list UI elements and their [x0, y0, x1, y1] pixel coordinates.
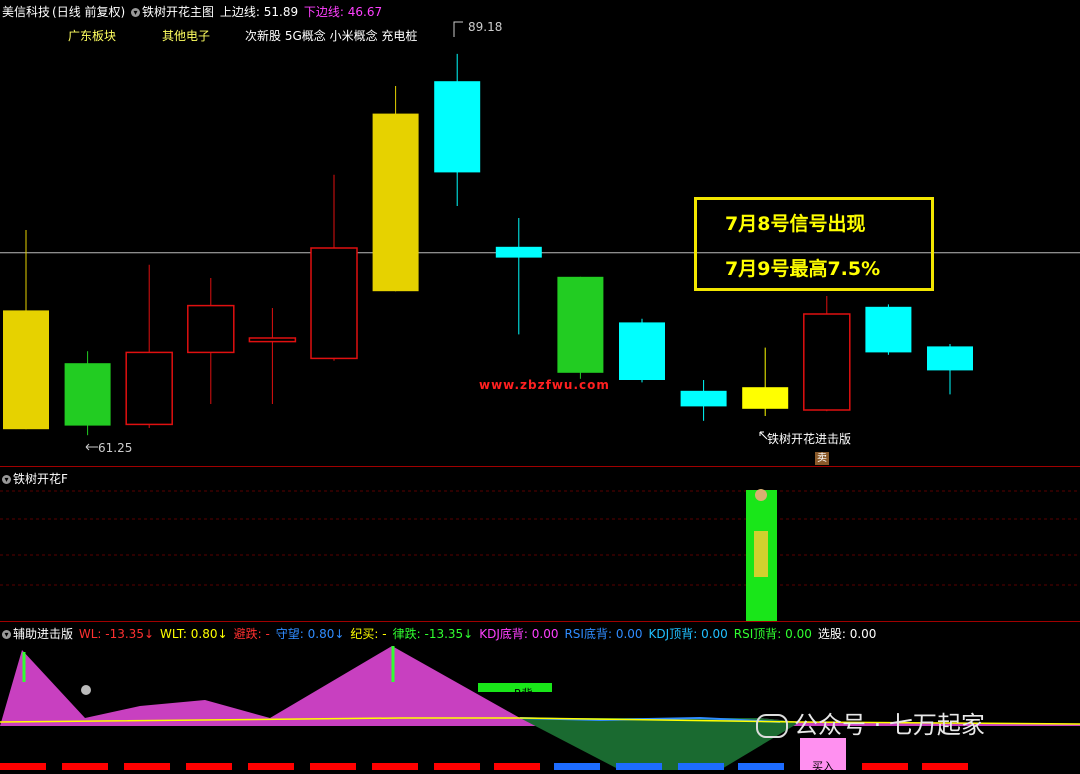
main-header: 美信科技 (日线 前复权) ▾ 铁树开花主图 上边线: 51.89 下边线: 46.… [2, 3, 384, 20]
candle-body [865, 306, 912, 353]
stock-name: 美信科技 [2, 5, 51, 19]
candle-body [372, 113, 419, 292]
aux-item-value: -13.35 [424, 627, 464, 641]
aux-item-value: -13.35 [105, 627, 144, 641]
aux-item-value: 0.00 [531, 627, 559, 641]
aux-item-value: 0.00 [849, 627, 877, 641]
tag-sector[interactable]: 广东板块 [68, 27, 116, 44]
aux-item-label: KDJ顶背: [648, 627, 702, 641]
mid-indicator-name: 铁树开花F [13, 472, 68, 486]
candle [434, 53, 481, 206]
wechat-watermark: 公众号 · 七万起家 [756, 705, 985, 740]
aux-item-label: 守望: [275, 627, 308, 641]
aux-item-value: 0.80 [190, 627, 218, 641]
indicator-name: 铁树开花主图 [142, 5, 215, 19]
candle [803, 296, 851, 412]
candle-body [742, 387, 789, 409]
aux-item-label: KDJ底背: [479, 627, 532, 641]
signal-pane[interactable]: ▾ 铁树开花F [0, 467, 1080, 621]
site-watermark: www.zbzfwu.com [479, 378, 610, 392]
mid-header: ▾ 铁树开花F [2, 470, 70, 487]
lower-line-label: 下边线: [303, 5, 348, 19]
callout-line-1: 7月8号信号出现 [725, 213, 866, 235]
aux-item-value: - [382, 627, 387, 641]
signal-stack-icon [754, 531, 768, 577]
upper-line-label: 上边线: [219, 5, 264, 19]
candle-body [557, 276, 604, 373]
wechat-account-name: 公众号 · 七万起家 [794, 711, 985, 739]
mid-toggle-icon[interactable]: ▾ [2, 475, 11, 484]
aux-item-arrow-icon: ↓ [463, 627, 474, 641]
candle [927, 344, 973, 395]
candle-body [927, 346, 973, 371]
aux-item-label: 选股: [817, 627, 850, 641]
candle-body [187, 304, 235, 354]
candle-body [619, 322, 665, 380]
candle [125, 264, 173, 428]
aux-item-arrow-icon: ↓ [334, 627, 345, 641]
candle-body [125, 351, 173, 426]
high-price-label: 89.18 [468, 20, 503, 34]
tag-industry[interactable]: 其他电子 [162, 27, 210, 44]
aux-item-label: 避跌: [233, 627, 266, 641]
aux-item-value: 0.00 [701, 627, 728, 641]
auxiliary-header: ▾ 辅助进击版 WL: -13.35↓ WLT: 0.80↓ 避跌: - 守望: 0.8… [2, 625, 882, 642]
candle [680, 380, 727, 421]
callout-line-2: 7月9号最高7.5% [725, 258, 881, 280]
candle [310, 174, 358, 361]
candle-body [3, 310, 49, 430]
tag-concepts[interactable]: 次新股 5G概念 小米概念 充电桩 [245, 27, 417, 44]
aux-item-value: - [265, 627, 270, 641]
signal-grid [0, 489, 1080, 621]
auxiliary-chart [0, 646, 1080, 770]
period-label: (日线 前复权) [52, 5, 126, 19]
main-chart-pane[interactable]: 美信科技 (日线 前复权) ▾ 铁树开花主图 上边线: 51.89 下边线: 46.… [0, 0, 1080, 466]
aux-item-value: 0.80 [307, 627, 335, 641]
wechat-icon [756, 714, 788, 738]
candle-body [310, 247, 358, 360]
candle-body [495, 246, 542, 258]
aux-toggle-icon[interactable]: ▾ [2, 630, 11, 639]
aux-item-label: WLT: [160, 627, 191, 641]
upper-line-value: 51.89 [263, 5, 299, 19]
indicator-toggle-icon[interactable]: ▾ [131, 8, 141, 17]
money-bag-icon [755, 489, 767, 501]
candle [619, 318, 665, 383]
candle-body [64, 363, 111, 426]
signal-annotation: 铁树开花进击版 [767, 432, 852, 446]
aux-item-label: RSI底背: [564, 627, 616, 641]
candle [187, 278, 235, 404]
candle-body [803, 313, 851, 411]
aux-indicator-name: 辅助进击版 [13, 627, 74, 641]
aux-item-label: RSI顶背: [733, 627, 786, 641]
candle [557, 276, 604, 379]
candle-body [680, 390, 727, 407]
aux-item-arrow-icon: ↓ [217, 627, 228, 641]
candle [3, 230, 49, 430]
aux-item-label: 纪买: [350, 627, 383, 641]
aux-item-label: 律跌: [392, 627, 425, 641]
buy-label: 买入 [812, 760, 834, 773]
lower-line-value: 46.67 [347, 5, 383, 19]
high-pointer-icon [453, 21, 463, 37]
aux-item-arrow-icon: ↓ [143, 627, 155, 641]
candle-body [434, 81, 481, 173]
candle [495, 218, 542, 335]
aux-item-value: 0.00 [615, 627, 643, 641]
divergence-label: R背 [514, 687, 533, 700]
low-pointer-icon [85, 443, 98, 451]
candle [64, 351, 111, 436]
aux-item-label: WL: [78, 627, 106, 641]
cup-icon [81, 685, 91, 695]
candle [248, 308, 297, 404]
signal-callout-box: 7月8号信号出现 7月9号最高7.5% [694, 197, 934, 291]
aux-item-value: 0.00 [785, 627, 812, 641]
signal-pointer-icon [759, 431, 768, 440]
auxiliary-pane[interactable]: ▾ 辅助进击版 WL: -13.35↓ WLT: 0.80↓ 避跌: - 守望: 0.8… [0, 622, 1080, 773]
candle-body [248, 337, 297, 343]
candle [865, 304, 912, 355]
candle [742, 347, 789, 416]
sell-marker-icon: 卖 [815, 452, 829, 465]
candle [372, 86, 419, 292]
